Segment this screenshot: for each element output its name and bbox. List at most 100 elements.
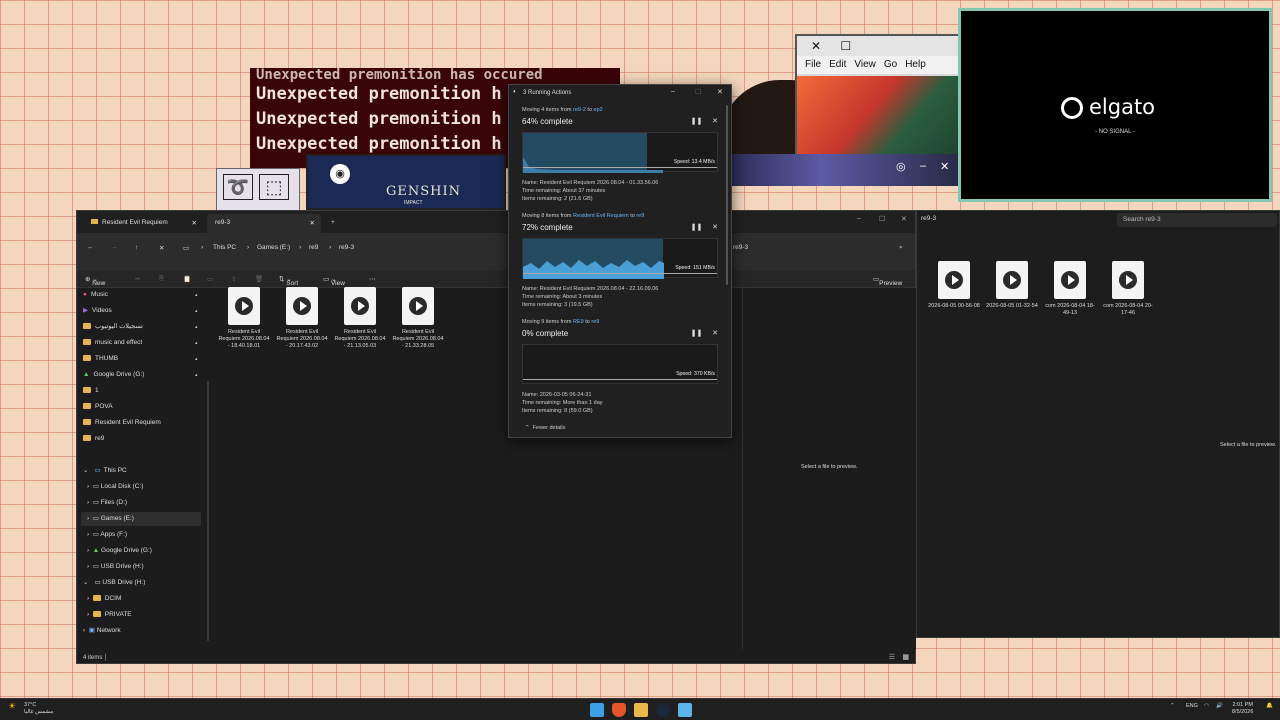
menu-help[interactable]: Help bbox=[905, 56, 926, 74]
app-icon[interactable] bbox=[678, 703, 692, 717]
cancel-icon[interactable]: ✕ bbox=[712, 224, 718, 231]
minimize-icon[interactable]: – bbox=[857, 215, 861, 222]
close-tab-icon[interactable]: ✕ bbox=[192, 219, 197, 227]
nav-music-and-effect[interactable]: music and effect ▴ bbox=[83, 336, 198, 350]
breadcrumb[interactable]: re9-3 bbox=[921, 215, 936, 222]
new-tab-icon[interactable]: + bbox=[323, 214, 343, 233]
steam-icon[interactable] bbox=[656, 703, 670, 717]
weather-widget[interactable]: ☀ 37°C مشمس غالبا bbox=[8, 702, 53, 716]
volume-icon[interactable]: 🔊 bbox=[1216, 703, 1223, 709]
file-item[interactable]: Resident Evil Requiem 2026.08.04 - 20.17… bbox=[275, 283, 329, 357]
destination-link[interactable]: re9 bbox=[636, 213, 644, 219]
fewer-details-button[interactable]: ⌃ Fewer details bbox=[525, 425, 565, 431]
nav-drive-h[interactable]: › ▭ USB Drive (H:) bbox=[87, 560, 144, 574]
maximize-icon[interactable]: ☐ bbox=[695, 88, 701, 96]
notification-icon[interactable]: 🔔 bbox=[1266, 703, 1273, 709]
cancel-icon[interactable]: ✕ bbox=[712, 118, 718, 125]
start-icon[interactable] bbox=[590, 703, 604, 717]
close-icon[interactable]: ✕ bbox=[717, 88, 723, 96]
language-indicator[interactable]: ENG bbox=[1186, 703, 1198, 709]
paste-icon[interactable]: 📋 bbox=[183, 275, 191, 283]
maximize-icon[interactable]: ☐ bbox=[879, 215, 885, 223]
nav-videos[interactable]: ▶ Videos ▴ bbox=[83, 304, 198, 318]
source-link[interactable]: re9-2 bbox=[573, 107, 586, 113]
menu-view[interactable]: View bbox=[854, 56, 876, 74]
search-icon[interactable]: ⌕ bbox=[899, 244, 903, 252]
location-icon[interactable]: ◎ bbox=[896, 160, 906, 173]
more-icon[interactable]: ⋯ bbox=[369, 275, 376, 283]
nav-drive-d[interactable]: › ▭ Files (D:) bbox=[87, 496, 127, 510]
pause-icon[interactable]: ❚❚ bbox=[691, 330, 703, 337]
nav-drive-f[interactable]: › ▭ Apps (F:) bbox=[87, 528, 127, 542]
nav-google-drive[interactable]: ▲ Google Drive (G:) ▴ bbox=[83, 368, 198, 382]
sort-button[interactable]: ⇅ Sort ⌄ bbox=[279, 275, 298, 287]
copy-icon[interactable]: ⎘ bbox=[159, 275, 164, 283]
pause-icon[interactable]: ❚❚ bbox=[691, 224, 703, 231]
back-icon[interactable]: ← bbox=[87, 244, 94, 251]
pause-icon[interactable]: ❚❚ bbox=[691, 118, 703, 125]
nav-dcim[interactable]: › DCIM bbox=[87, 592, 121, 606]
close-icon[interactable]: ✕ bbox=[901, 215, 907, 223]
destination-link[interactable]: ep2 bbox=[594, 107, 603, 113]
search-input[interactable]: Search re9-3 bbox=[1117, 213, 1277, 227]
menu-go[interactable]: Go bbox=[884, 56, 897, 74]
details-view-icon[interactable]: ☰ bbox=[889, 653, 895, 661]
nav-drive-c[interactable]: › ▭ Local Disk (C:) bbox=[87, 480, 143, 494]
close-tab-icon[interactable]: ✕ bbox=[310, 219, 315, 227]
file-item[interactable]: Resident Evil Requiem 2026.08.04 - 21.33… bbox=[391, 283, 445, 357]
cancel-icon[interactable]: ✕ bbox=[712, 330, 718, 337]
rename-icon[interactable]: ▭ bbox=[207, 275, 213, 283]
dialog-scrollbar[interactable] bbox=[726, 105, 728, 285]
breadcrumb-re9-3[interactable]: re9-3 bbox=[339, 244, 354, 251]
tiles-view-icon[interactable]: ▦ bbox=[902, 653, 909, 661]
tab-re9-3[interactable]: re9-3 ✕ bbox=[207, 214, 321, 233]
close-icon[interactable]: ✕ bbox=[940, 160, 949, 173]
clock[interactable]: 2:01 PM 8/5/2026 bbox=[1232, 702, 1253, 716]
nav-music[interactable]: ● Music ▴ bbox=[83, 288, 198, 302]
nav-youtube-recordings[interactable]: تسجيلات اليوتيوب ▴ bbox=[83, 320, 198, 334]
file-item[interactable]: Resident Evil Requiem 2026.08.04 - 18.40… bbox=[217, 283, 271, 357]
menu-edit[interactable]: Edit bbox=[829, 56, 846, 74]
brave-icon[interactable] bbox=[612, 703, 626, 717]
file-explorer-icon[interactable] bbox=[634, 703, 648, 717]
minimize-icon[interactable]: – bbox=[671, 88, 675, 95]
nav-network[interactable]: › ▣ Network bbox=[83, 624, 121, 638]
lasso-icon[interactable]: ➰ bbox=[223, 174, 253, 200]
delete-icon[interactable]: 🗑 bbox=[255, 275, 263, 283]
destination-link[interactable]: re9 bbox=[591, 319, 599, 325]
file-item[interactable]: 2026-08-05 01-32-54 bbox=[985, 257, 1039, 331]
select-rect-icon[interactable]: ⬚ bbox=[259, 174, 289, 200]
source-link[interactable]: Resident Evil Requiem bbox=[573, 213, 629, 219]
nav-folder-1[interactable]: 1 bbox=[83, 384, 99, 398]
breadcrumb-this-pc[interactable]: This PC bbox=[213, 244, 236, 251]
menu-file[interactable]: File bbox=[805, 56, 821, 74]
breadcrumb-re9[interactable]: re9 bbox=[309, 244, 318, 251]
nav-private[interactable]: › PRIVATE bbox=[87, 608, 132, 622]
stop-icon[interactable]: ✕ bbox=[159, 244, 164, 252]
nav-pova[interactable]: POVA bbox=[83, 400, 113, 414]
tab-resident-evil[interactable]: Resident Evil Requiem ✕ bbox=[83, 214, 203, 233]
up-icon[interactable]: ↑ bbox=[135, 244, 138, 251]
file-item[interactable]: Resident Evil Requiem 2026.08.04 - 21.13… bbox=[333, 283, 387, 357]
cut-icon[interactable]: ✂ bbox=[135, 275, 140, 283]
share-icon[interactable]: ⇪ bbox=[231, 275, 236, 283]
close-icon[interactable]: ✕ bbox=[811, 39, 821, 53]
new-button[interactable]: ⊕ New ⌄ bbox=[85, 275, 105, 287]
maximize-icon[interactable]: ☐ bbox=[840, 39, 851, 53]
forward-icon[interactable]: → bbox=[111, 244, 118, 251]
file-item[interactable]: com 2026-08-04 18-49-13 bbox=[1043, 257, 1097, 331]
minimize-icon[interactable]: – bbox=[920, 160, 926, 172]
view-button[interactable]: ▭ View ⌄ bbox=[323, 275, 345, 287]
nav-thumb[interactable]: THUMB ▴ bbox=[83, 352, 198, 366]
file-item[interactable]: 2026-08-05 00-56-08 bbox=[927, 257, 981, 331]
nav-usb[interactable]: ⌄ ▭ USB Drive (H:) bbox=[83, 576, 145, 590]
wifi-icon[interactable]: ◠ bbox=[1204, 703, 1209, 709]
file-item[interactable]: com 2026-08-04 20-17-46 bbox=[1101, 257, 1155, 331]
chevron-up-icon[interactable]: ⌃ bbox=[1170, 703, 1175, 709]
nav-re9[interactable]: re9 bbox=[83, 432, 104, 446]
nav-drive-e[interactable]: › ▭ Games (E:) bbox=[81, 512, 201, 526]
source-link[interactable]: RE9 bbox=[573, 319, 584, 325]
breadcrumb-games[interactable]: Games (E:) bbox=[257, 244, 290, 251]
nav-this-pc[interactable]: ⌄ ▭ This PC bbox=[83, 464, 127, 478]
nav-resident-evil[interactable]: Resident Evil Requiem bbox=[83, 416, 161, 430]
